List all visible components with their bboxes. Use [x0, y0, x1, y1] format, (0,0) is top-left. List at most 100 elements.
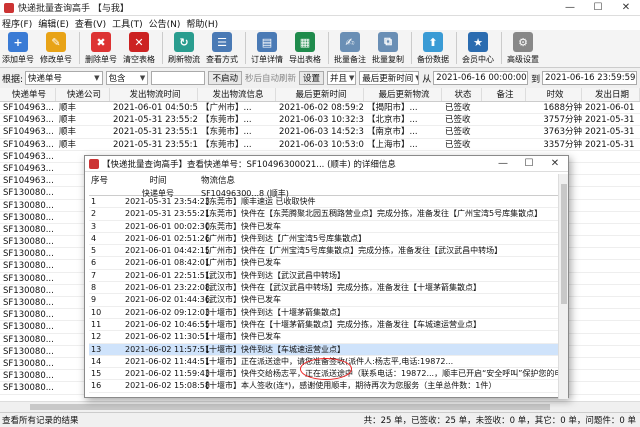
column-header[interactable]: 发出日期	[582, 88, 640, 101]
to-date-input[interactable]: 2021-06-16 23:59:59▼	[542, 71, 637, 85]
toolbar-button-copy[interactable]: ⧉ 批量复制	[370, 32, 406, 65]
toolbar-button-view[interactable]: ☰ 查看方式	[204, 32, 240, 65]
dialog-time-cell: 2021-06-01 02:51:26	[125, 233, 210, 243]
minimize-button[interactable]: —	[556, 0, 584, 16]
table-row[interactable]: SF104963... 顺丰 2021-05-31 23:55:18 【东莞市】...…	[0, 126, 640, 139]
menu-tools[interactable]: 工具(T)	[112, 17, 143, 30]
dialog-row[interactable]: 4 2021-06-01 02:51:26 【广州市】快件到达【广州宝湾5号库集散点…	[89, 233, 564, 246]
dialog-row[interactable]: 1 2021-05-31 23:54:23 【东莞市】顺丰速运 已收取快件	[89, 196, 564, 209]
dialog-row[interactable]: 5 2021-06-01 04:42:15 【广州市】快件在【广州宝湾5号库集散点】…	[89, 245, 564, 258]
column-header[interactable]: 发出物流时间	[110, 88, 198, 101]
column-header[interactable]: 最后更新时间	[276, 88, 364, 101]
dialog-index-cell: 11	[91, 319, 102, 329]
table-cell: SF130080...	[3, 273, 54, 284]
column-header[interactable]: 快递公司	[56, 88, 110, 101]
dialog-row[interactable]: 3 2021-06-01 00:02:30 【东莞市】快件已发车	[89, 221, 564, 233]
scrollbar-thumb[interactable]	[30, 404, 550, 410]
table-cell: SF130080...	[3, 298, 54, 308]
menu-program[interactable]: 程序(F)	[2, 17, 32, 30]
table-cell: 【揭阳市】...	[367, 103, 418, 113]
dialog-row[interactable]: 11 2021-06-02 10:46:55 【十堰市】快件在【十堰茅箭集散点】完成…	[89, 319, 564, 332]
dialog-row[interactable]: 16 2021-06-02 15:08:58 【十堰市】本人签收(连*)，感谢使用顺…	[89, 380, 564, 393]
toolbar-button-add[interactable]: + 添加单号	[0, 32, 36, 65]
toolbar-button-export[interactable]: ▦ 导出表格	[287, 32, 323, 65]
toolbar-button-settings[interactable]: ⚙ 高级设置	[505, 32, 541, 65]
dialog-row[interactable]: 8 2021-06-01 23:22:08 【武汉市】快件在【武汉武昌中转场】完成分…	[89, 282, 564, 295]
dialog-index-cell: 9	[91, 295, 97, 305]
horizontal-scrollbar[interactable]	[0, 401, 640, 411]
dialog-close-button[interactable]: ✕	[542, 156, 568, 172]
dialog-info-cell: 【东莞市】快件已发车	[201, 221, 281, 231]
dialog-row[interactable]: 12 2021-06-02 11:30:51 【十堰市】快件已发车	[89, 331, 564, 344]
dialog-row[interactable]: 7 2021-06-01 22:51:51 【武汉市】快件到达【武汉武昌中转场】	[89, 270, 564, 283]
dialog-time-cell: 2021-06-02 10:46:55	[125, 319, 210, 329]
dialog-index-cell: 16	[91, 381, 102, 391]
delete-icon: ✖	[91, 32, 111, 52]
auto-refresh-text: 秒后自动刷新	[245, 74, 297, 84]
toolbar-button-delete[interactable]: ✖ 删除单号	[83, 32, 119, 65]
table-cell: 1688分钟	[543, 103, 582, 113]
column-header[interactable]: 最后更新物流	[364, 88, 442, 101]
dialog-vertical-scrollbar[interactable]	[558, 174, 568, 399]
auto-refresh-toggle[interactable]: 不启动	[208, 71, 242, 85]
app-logo-icon	[4, 2, 14, 13]
dialog-row[interactable]: 6 2021-06-01 08:42:01 【广州市】快件已发车	[89, 257, 564, 270]
filter-field-select[interactable]: 快递单号 ▼	[25, 71, 103, 85]
table-cell: 顺丰	[59, 103, 77, 113]
table-cell: 2021-06-01	[585, 103, 635, 113]
table-row[interactable]: SF104963... 顺丰 2021-05-31 23:55:18 【东莞市】...…	[0, 139, 640, 151]
and-or-select[interactable]: 并且 ▼	[327, 71, 357, 85]
column-header[interactable]: 快递单号	[0, 88, 56, 101]
column-header[interactable]: 时效	[526, 88, 582, 101]
menu-notice[interactable]: 公告(N)	[149, 17, 181, 30]
menu-edit[interactable]: 编辑(E)	[38, 17, 69, 30]
maximize-button[interactable]: ☐	[584, 0, 612, 16]
table-cell: 已签收	[445, 115, 471, 126]
dialog-time-cell: 2021-06-02 11:44:51	[125, 356, 210, 366]
dialog-row[interactable]: 10 2021-06-02 09:12:03 【十堰市】快件到达【十堰茅箭集散点】	[89, 307, 564, 319]
dialog-minimize-button[interactable]: —	[490, 156, 516, 172]
table-row[interactable]: SF104963... 顺丰 2021-06-01 04:50:59 【广州市】...…	[0, 102, 640, 115]
scrollbar-thumb[interactable]	[561, 184, 567, 304]
toolbar-button-backup[interactable]: ⬆ 备份数据	[415, 32, 451, 65]
to-label: 到	[531, 74, 541, 85]
dialog-row[interactable]: 13 2021-06-02 11:57:51 【十堰市】快件到达【车城速运营业点】	[89, 343, 564, 356]
settings-button[interactable]: 设置	[299, 71, 325, 85]
dialog-time-cell: 2021-06-02 01:44:36	[125, 295, 210, 305]
dialog-row[interactable]: 2 2021-05-31 23:55:21 【东莞市】快件在【东莞腾聚北园五稠路营业…	[89, 208, 564, 221]
toolbar-button-detail[interactable]: ▤ 订单详情	[249, 32, 285, 65]
column-header[interactable]: 状态	[442, 88, 482, 101]
menu-view[interactable]: 查看(V)	[75, 17, 106, 30]
toolbar-button-clear[interactable]: ✕ 清空表格	[121, 32, 157, 65]
title-bar: 快递批量查询高手 【与我】 — ☐ ✕	[0, 0, 640, 16]
dialog-info-cell: 【东莞市】顺丰速运 已收取快件	[201, 197, 316, 206]
close-button[interactable]: ✕	[612, 0, 640, 16]
window-title: 快递批量查询高手 【与我】	[18, 4, 129, 14]
dialog-index-cell: 4	[91, 233, 97, 243]
column-header[interactable]: 发出物流信息	[198, 88, 276, 101]
time-field-select[interactable]: 最后更新时间▼	[359, 71, 420, 85]
dialog-info-cell: 【十堰市】快件已发车	[201, 332, 281, 342]
table-cell: 已签收	[445, 139, 471, 150]
menu-help[interactable]: 帮助(H)	[186, 17, 218, 30]
table-row[interactable]: SF104963... 顺丰 2021-05-31 23:55:21 【东莞市】...…	[0, 114, 640, 127]
chevron-down-icon: ▼	[415, 74, 418, 82]
dialog-time-cell: 2021-06-01 22:51:51	[125, 270, 210, 280]
from-date-input[interactable]: 2021-06-16 00:00:00▼	[433, 71, 529, 85]
filter-match-select[interactable]: 包含 ▼	[105, 71, 149, 85]
toolbar-label: 高级设置	[507, 55, 539, 64]
dialog-time-cell: 2021-06-02 11:30:51	[125, 332, 210, 342]
column-header[interactable]: 备注	[482, 88, 526, 101]
dialog-index-cell: 7	[91, 270, 97, 280]
table-cell: 2021-06-03 10:53:01	[279, 139, 364, 150]
toolbar-button-member[interactable]: ★ 会员中心	[460, 32, 496, 65]
toolbar-button-refresh[interactable]: ↻ 刷新物流	[166, 32, 202, 65]
col-info-label: 物流信息	[201, 176, 236, 186]
filter-keyword-input[interactable]	[151, 71, 206, 85]
toolbar-button-note[interactable]: ✍ 批量备注	[332, 32, 368, 65]
table-cell	[582, 285, 640, 296]
dialog-maximize-button[interactable]: ☐	[516, 156, 542, 172]
dialog-row[interactable]: 9 2021-06-02 01:44:36 【武汉市】快件已发车	[89, 294, 564, 307]
toolbar-button-edit[interactable]: ✎ 修改单号	[38, 32, 74, 65]
table-cell	[482, 102, 526, 113]
